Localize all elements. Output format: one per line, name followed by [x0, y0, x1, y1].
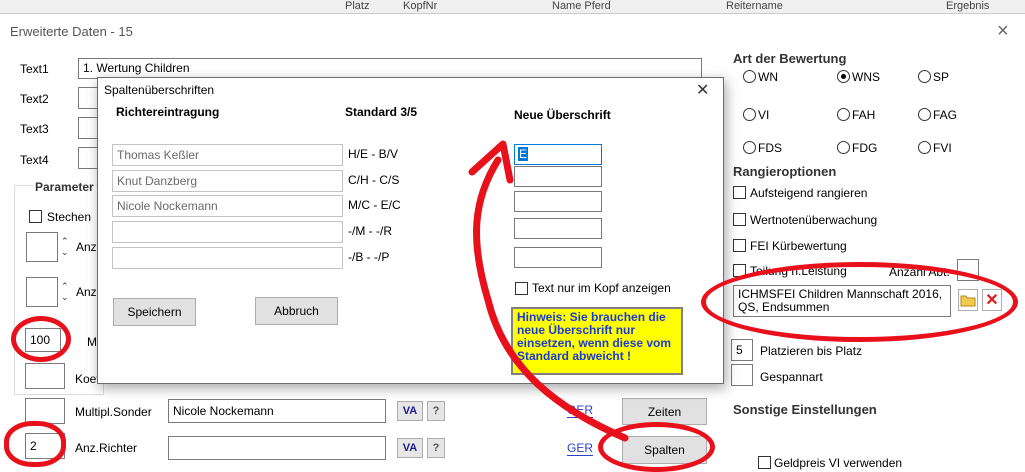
richter-input-5[interactable]: [112, 247, 343, 269]
window-close-icon[interactable]: ×: [997, 20, 1009, 43]
anz2-label: Anz: [76, 285, 97, 299]
text-nur-kopf-label: Text nur im Kopf anzeigen: [532, 281, 671, 295]
background-table-header: Platz KopfNr Name Pferd Reitername Ergeb…: [0, 0, 1025, 14]
radio-fdg-label: FDG: [852, 141, 878, 155]
radio-sp[interactable]: [918, 70, 931, 83]
koef-label: Koef: [75, 372, 100, 386]
multipl-label: Multipl.Sonder: [75, 405, 152, 419]
wertnoten-checkbox[interactable]: [733, 213, 746, 226]
aufsteigend-checkbox[interactable]: [733, 186, 746, 199]
col-header-name-pferd: Name Pferd: [552, 0, 611, 12]
fei-label: FEI Kürbewertung: [750, 239, 847, 253]
radio-wns-label: WNS: [852, 70, 880, 84]
save-button[interactable]: Speichern: [113, 298, 196, 326]
col-standard-header: Standard 3/5: [345, 105, 418, 119]
zeiten-button[interactable]: Zeiten: [622, 398, 707, 425]
platzieren-label: Platzieren bis Platz: [760, 344, 863, 358]
richter-input-2[interactable]: Knut Danzberg: [112, 170, 343, 192]
radio-vi-label: VI: [758, 108, 770, 122]
anz-richter-label: Anz.Richter: [75, 441, 138, 455]
sonstige-title: Sonstige Einstellungen: [733, 402, 877, 417]
dialog-close-icon[interactable]: ✕: [696, 80, 709, 100]
neu-input-5[interactable]: [514, 247, 602, 268]
text1-input[interactable]: 1. Wertung Children: [78, 58, 702, 79]
col-richter-header: Richtereintragung: [116, 105, 220, 119]
anz1-spinner[interactable]: [26, 232, 58, 262]
radio-fag-label: FAG: [933, 108, 958, 122]
window-title: Erweiterte Daten - 15: [10, 24, 133, 39]
ger-link-1[interactable]: GER: [567, 403, 594, 418]
radio-fag[interactable]: [918, 108, 931, 121]
radio-sp-label: SP: [933, 70, 950, 84]
neu-input-1[interactable]: E: [514, 144, 602, 165]
spalten-dialog: Spaltenüberschriften ✕ Richtereintragung…: [97, 77, 724, 384]
cancel-button[interactable]: Abbruch: [255, 297, 338, 325]
col-neu-header: Neue Überschrift: [514, 108, 611, 122]
annotation-ellipse-max: [11, 316, 71, 362]
radio-fds[interactable]: [743, 141, 756, 154]
annotation-ellipse-anz-richter: [4, 421, 66, 467]
hint-box: Hinweis: Sie brauchen die neue Überschri…: [511, 307, 683, 375]
wertnoten-label: Wertnotenüberwachung: [750, 213, 878, 227]
radio-wn-label: WN: [758, 70, 778, 84]
standard-label-5: -/B - -/P: [348, 250, 390, 264]
text3-label: Text3: [20, 122, 49, 136]
text4-label: Text4: [20, 153, 49, 167]
neu-input-3[interactable]: [514, 191, 602, 212]
radio-fdg[interactable]: [837, 141, 850, 154]
dialog-title: Spaltenüberschriften: [104, 83, 215, 97]
radio-fah-label: FAH: [852, 108, 876, 122]
col-header-kopfnr: KopfNr: [403, 0, 438, 12]
anz2-spin-down-icon[interactable]: ⌄: [61, 293, 69, 302]
col-header-ergebnis: Ergebnis: [946, 0, 990, 12]
neu-input-2[interactable]: [514, 166, 602, 187]
radio-fah[interactable]: [837, 108, 850, 121]
standard-label-1: H/E - B/V: [348, 147, 399, 161]
radio-wn[interactable]: [743, 70, 756, 83]
rangier-title: Rangieroptionen: [733, 164, 837, 179]
koef-input[interactable]: [25, 363, 65, 389]
va-button-2[interactable]: VA: [397, 438, 423, 458]
help-button-1[interactable]: ?: [427, 401, 445, 421]
neu-input-4[interactable]: [514, 218, 602, 239]
aufsteigend-label: Aufsteigend rangieren: [750, 186, 868, 200]
anz2-spin-up-icon[interactable]: ⌃: [61, 282, 69, 291]
anz1-spin-down-icon[interactable]: ⌄: [61, 248, 69, 257]
richter-input-3[interactable]: Nicole Nockemann: [112, 195, 343, 217]
stechen-label: Stechen: [47, 210, 92, 224]
radio-vi[interactable]: [743, 108, 756, 121]
platzieren-input[interactable]: 5: [731, 339, 753, 361]
text2-label: Text2: [20, 92, 49, 106]
radio-fvi-label: FVI: [933, 141, 952, 155]
gespannt-label: Gespannart: [760, 370, 823, 384]
help-button-2[interactable]: ?: [427, 438, 445, 458]
radio-fvi[interactable]: [918, 141, 931, 154]
stechen-checkbox[interactable]: [29, 210, 42, 223]
bewertung-title: Art der Bewertung: [733, 51, 847, 66]
richter-input-1[interactable]: Thomas Keßler: [112, 144, 343, 166]
va-button-1[interactable]: VA: [397, 401, 423, 421]
judge-name-input-3[interactable]: Nicole Nockemann: [168, 399, 386, 423]
judge-name-input-4[interactable]: [168, 436, 386, 460]
anz2-spinner[interactable]: [26, 277, 58, 307]
fei-checkbox[interactable]: [733, 239, 746, 252]
col-header-reitername: Reitername: [726, 0, 783, 12]
col-header-platz: Platz: [345, 0, 370, 12]
standard-label-2: C/H - C/S: [348, 173, 400, 187]
gespannt-input[interactable]: [731, 364, 753, 386]
text1-label: Text1: [20, 62, 49, 76]
geldpreis-label: Geldpreis VI verwenden: [774, 456, 903, 470]
radio-fds-label: FDS: [758, 141, 782, 155]
annotation-ellipse-file: [701, 262, 1018, 342]
parameter-title: Parameter: [33, 180, 96, 194]
standard-label-4: -/M - -/R: [348, 224, 392, 238]
anz1-spin-up-icon[interactable]: ⌃: [61, 237, 69, 246]
radio-wns[interactable]: [837, 70, 850, 83]
geldpreis-checkbox[interactable]: [758, 456, 771, 469]
ger-link-2[interactable]: GER: [567, 441, 594, 456]
neu-input-1-text: E: [518, 147, 529, 161]
richter-input-4[interactable]: [112, 221, 343, 243]
text-nur-kopf-checkbox[interactable]: [515, 282, 528, 295]
standard-label-3: M/C - E/C: [348, 198, 401, 212]
